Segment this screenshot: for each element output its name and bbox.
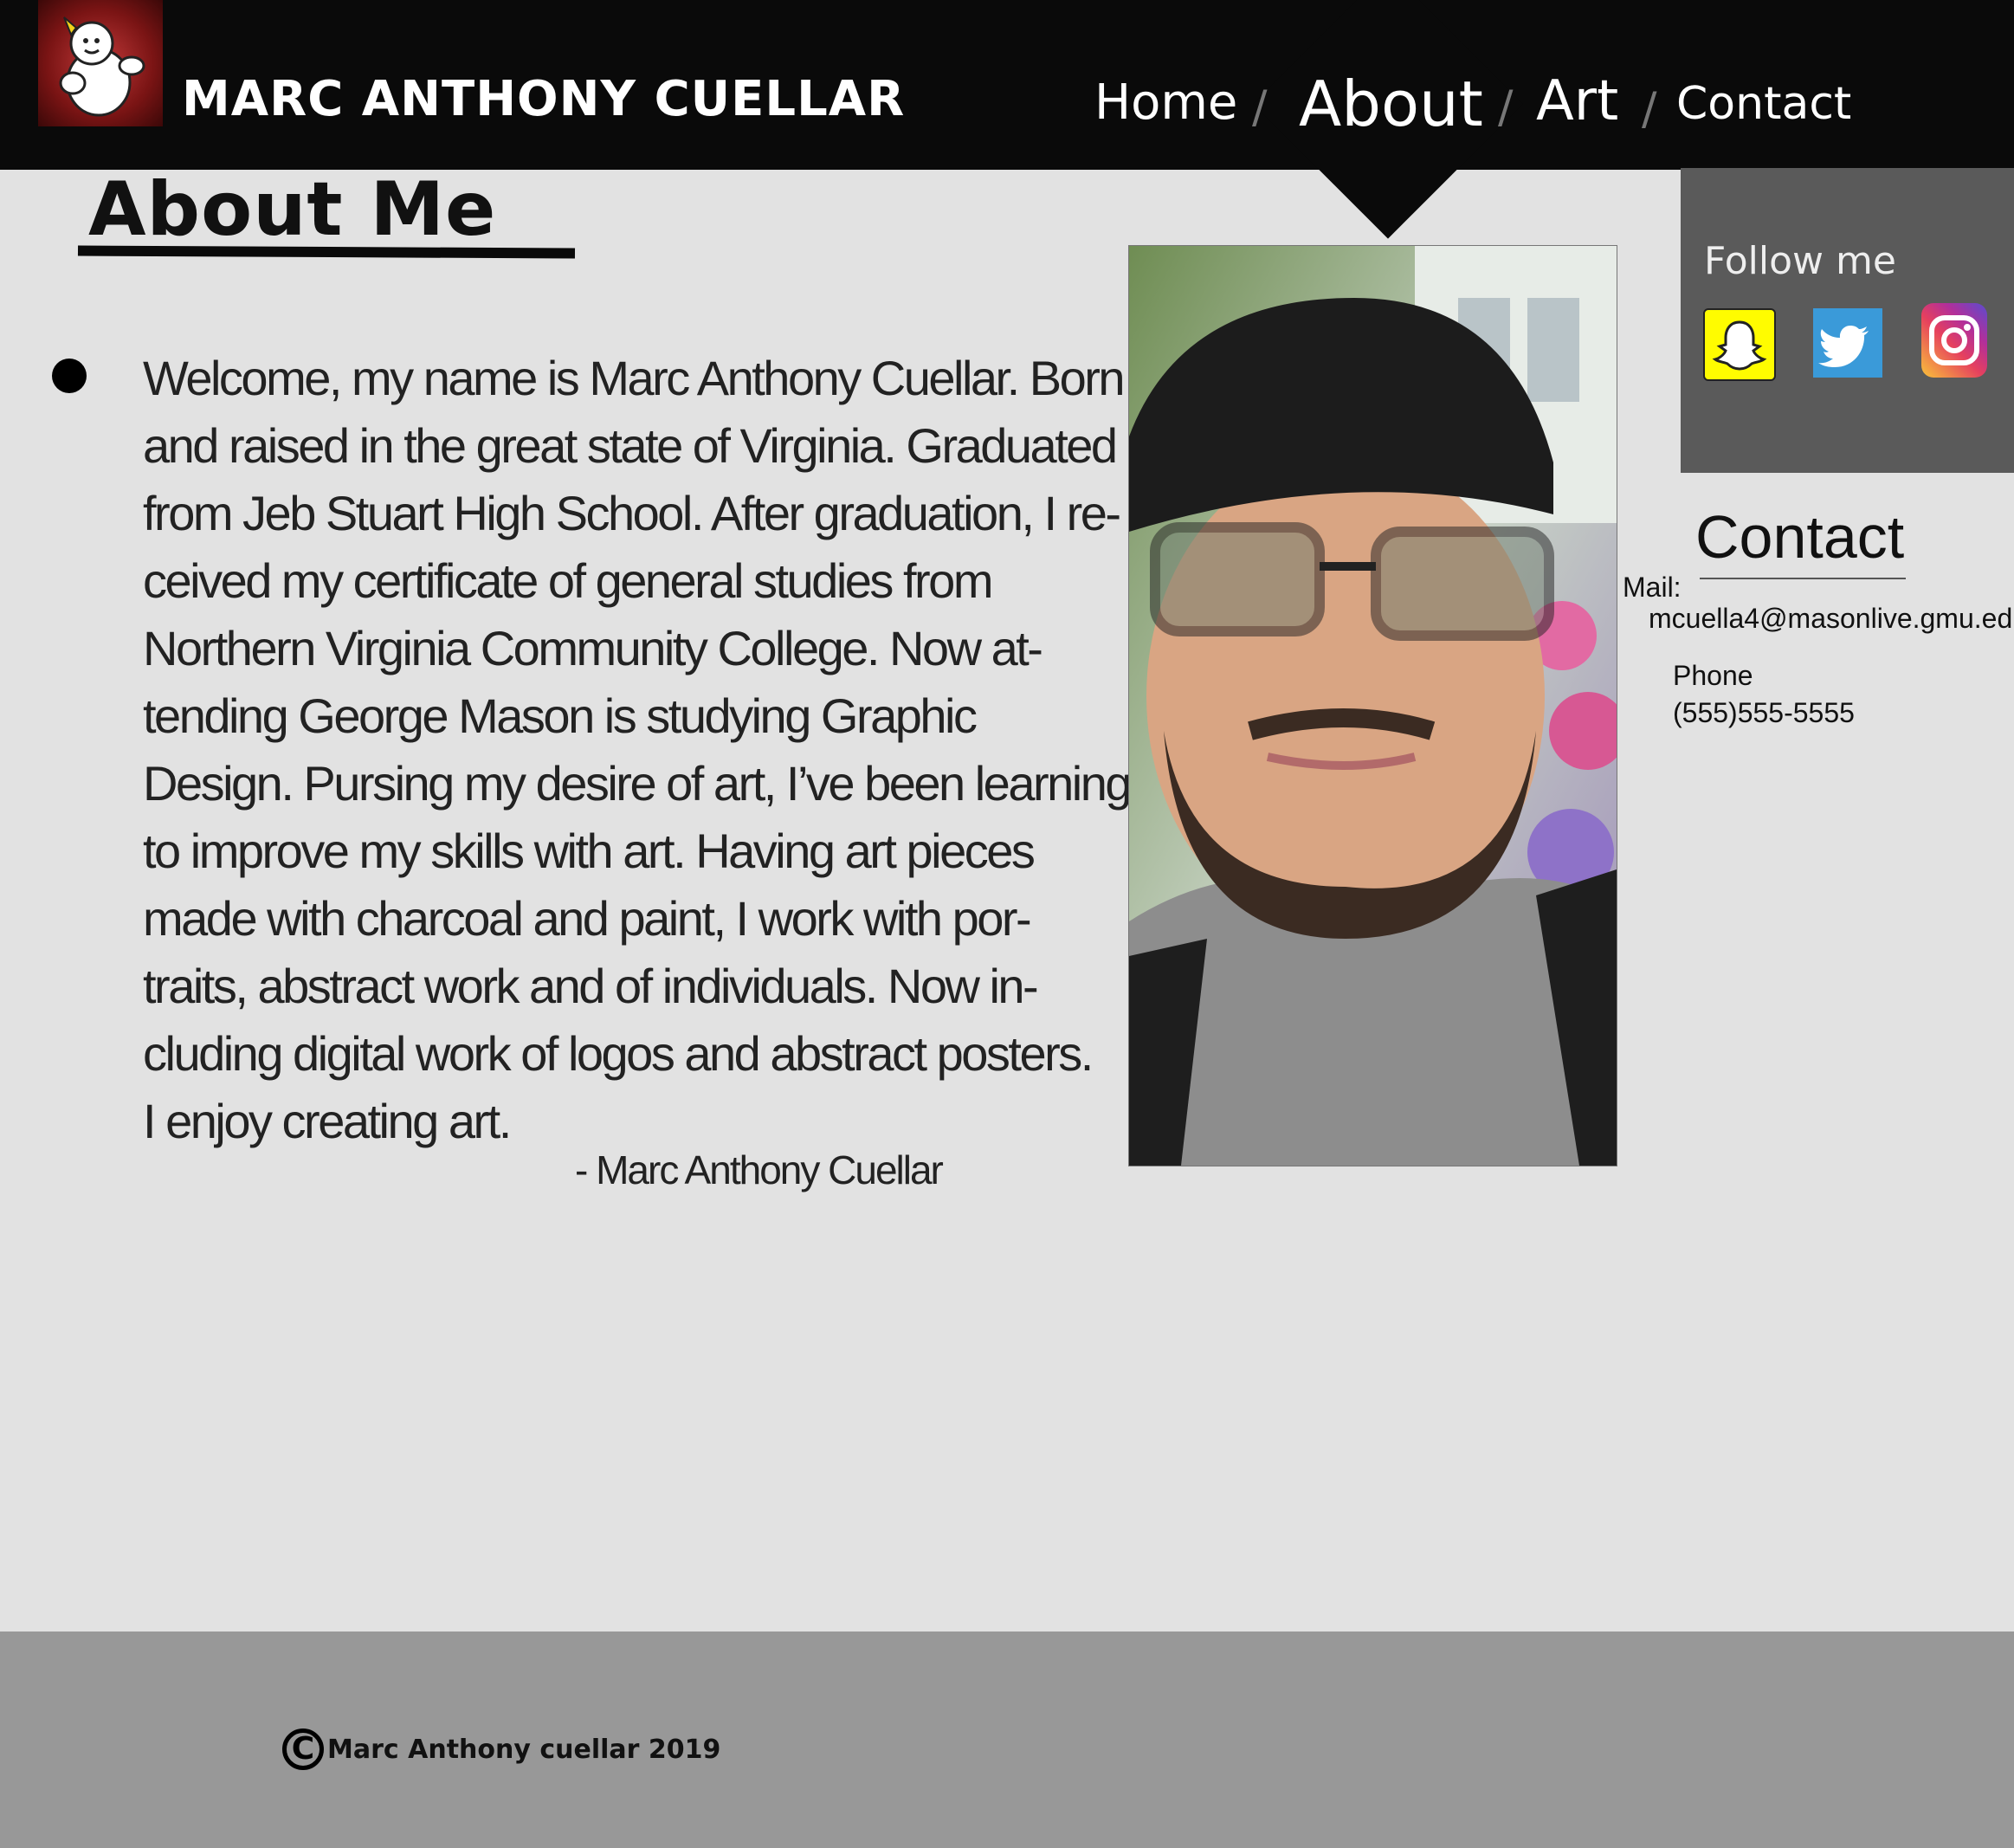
mascot-logo-icon[interactable] [38,0,163,126]
phone-number[interactable]: (555)555-5555 [1673,697,1855,729]
copyright-icon: C [282,1728,324,1770]
bio-line: cluding digital work of logos and abstra… [143,1026,1094,1081]
signature: - Marc Anthony Cuellar [575,1147,944,1192]
heading-underline [77,245,576,259]
about-heading: About Me [88,166,497,253]
nav-separator: / [1498,81,1514,133]
follow-title: Follow me [1704,239,1896,283]
bio-paragraph: Welcome, my name is Marc Anthony Cuellar… [143,345,1132,1155]
follow-panel: Follow me [1681,168,2014,473]
bio-line: tending George Mason is studying Graphic [143,688,978,743]
nav-home-link[interactable]: Home [1094,74,1237,131]
bio-line: and raised in the great state of Virgini… [143,418,1118,473]
copyright: C Marc Anthony cuellar 2019 [282,1728,720,1770]
nav-art-link[interactable]: Art [1536,69,1618,133]
nav-contact-link[interactable]: Contact [1676,78,1851,130]
bio-line: Design. Pursing my desire of art, I’ve b… [143,756,1132,811]
phone-label: Phone [1673,660,1753,691]
contact-heading: Contact [1695,503,1905,571]
twitter-icon[interactable] [1813,308,1882,378]
nav-about-link[interactable]: About [1299,68,1483,140]
mail-link[interactable]: mcuella4@masonlive.gmu.edi [1649,603,2014,635]
portrait-photo [1128,245,1617,1166]
bio-line: Northern Virginia Community College. Now… [143,621,1043,675]
nav-separator: / [1252,81,1268,133]
instagram-icon[interactable] [1921,303,1987,378]
bio-line: from Jeb Stuart High School. After gradu… [143,486,1121,540]
bio-line: Welcome, my name is Marc Anthony Cuellar… [143,351,1126,405]
bullet-point [52,359,87,393]
bio-line: ceived my certificate of general studies… [143,553,993,608]
contact-underline [1700,578,1906,579]
nav-separator: / [1642,83,1657,135]
snapchat-icon[interactable] [1703,308,1776,381]
bio-line: made with charcoal and paint, I work wit… [143,891,1032,946]
mail-label: Mail: [1623,572,1682,603]
copyright-text: Marc Anthony cuellar 2019 [327,1734,721,1765]
bio-line: to improve my skills with art. Having ar… [143,824,1036,878]
site-title[interactable]: MARC ANTHONY CUELLAR [182,71,905,127]
bio-line: I enjoy creating art. [143,1094,512,1148]
bio-line: traits, abstract work and of individuals… [143,959,1039,1013]
